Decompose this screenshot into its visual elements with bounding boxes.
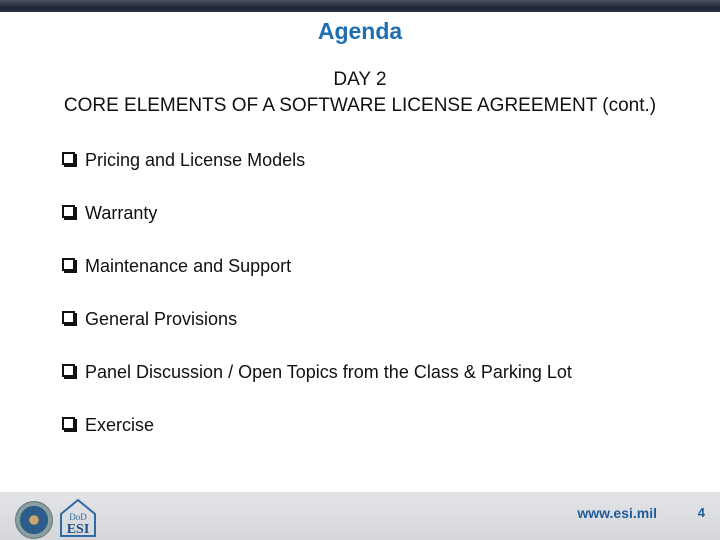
list-item: Exercise: [62, 411, 572, 464]
checkbox-bullet-icon: [62, 258, 75, 271]
list-item-label: Exercise: [85, 415, 155, 435]
slide-title: Agenda: [317, 18, 403, 44]
slide-subtitle: DAY 2 CORE ELEMENTS OF A SOFTWARE LICENS…: [0, 67, 720, 119]
list-item: Panel Discussion / Open Topics from the …: [62, 358, 572, 411]
footer-url-link[interactable]: www.esi.mil: [577, 505, 657, 521]
checkbox-bullet-icon: [62, 205, 75, 218]
subtitle-day: DAY 2: [333, 69, 387, 90]
checkbox-bullet-icon: [62, 152, 75, 165]
top-bar: [0, 0, 720, 12]
checkbox-bullet-icon: [62, 364, 75, 377]
list-item: General Provisions: [62, 305, 572, 358]
list-item-label: Pricing and License Models: [85, 150, 306, 170]
list-item: Pricing and License Models: [62, 146, 572, 199]
list-item-label: Warranty: [85, 203, 158, 223]
list-item-label: Maintenance and Support: [85, 256, 292, 276]
list-item-label: Panel Discussion / Open Topics from the …: [85, 362, 572, 382]
dod-seal-logo: [15, 501, 53, 539]
esi-logo-top-text: DoD: [69, 512, 87, 522]
checkbox-bullet-icon: [62, 417, 75, 430]
list-item: Maintenance and Support: [62, 252, 572, 305]
subtitle-topic: CORE ELEMENTS OF A SOFTWARE LICENSE AGRE…: [63, 95, 657, 116]
list-item-label: General Provisions: [85, 309, 238, 329]
checkbox-bullet-icon: [62, 311, 75, 324]
footer: DoD ESI www.esi.mil 4: [0, 492, 720, 540]
list-item: Warranty: [62, 199, 572, 252]
page-number: 4: [697, 505, 705, 520]
agenda-list: Pricing and License Models Warranty Main…: [62, 146, 572, 464]
dod-esi-logo: DoD ESI: [60, 498, 96, 537]
esi-logo-bottom-text: ESI: [67, 522, 90, 537]
